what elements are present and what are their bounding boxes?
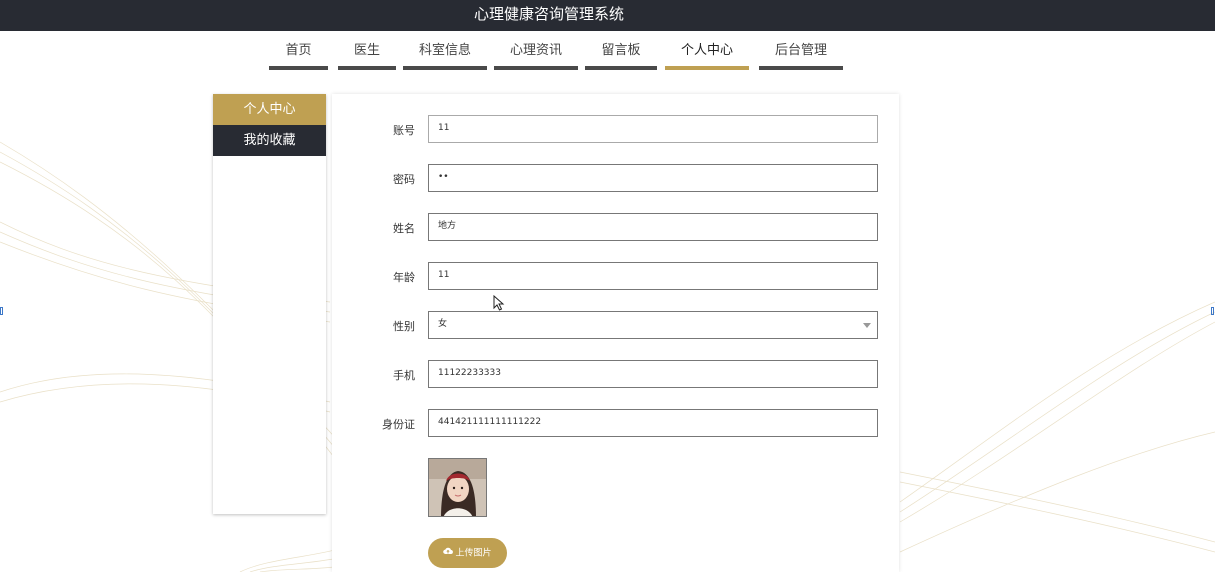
nav-item-doctors[interactable]: 医生	[338, 31, 396, 70]
nav-item-departments[interactable]: 科室信息	[403, 31, 487, 70]
password-field[interactable]: ••	[428, 164, 878, 192]
age-field[interactable]: 11	[428, 262, 878, 290]
sidebar-item-favorites[interactable]: 我的收藏	[213, 125, 326, 156]
name-field[interactable]: 地方	[428, 213, 878, 241]
mouse-cursor-icon	[493, 295, 505, 311]
upload-image-button[interactable]: 上传图片	[428, 538, 507, 568]
sidebar: 个人中心 我的收藏	[213, 94, 326, 514]
id-card-field[interactable]: 441421111111111222	[428, 409, 878, 437]
avatar	[428, 458, 487, 517]
left-edge-handle	[0, 307, 3, 315]
chevron-down-icon	[863, 323, 871, 328]
nav-item-message-board[interactable]: 留言板	[585, 31, 657, 70]
cloud-upload-icon	[443, 538, 454, 568]
phone-label: 手机	[393, 369, 415, 382]
right-edge-handle	[1211, 307, 1214, 315]
avatar-portrait	[429, 459, 486, 516]
age-label: 年龄	[393, 271, 415, 284]
nav-item-home[interactable]: 首页	[269, 31, 328, 70]
gender-select[interactable]: 女	[428, 311, 878, 339]
nav-item-admin[interactable]: 后台管理	[759, 31, 843, 70]
phone-field[interactable]: 11122233333	[428, 360, 878, 388]
upload-image-label: 上传图片	[455, 548, 492, 559]
account-label: 账号	[393, 124, 415, 137]
name-label: 姓名	[393, 222, 415, 235]
sidebar-item-personal-center[interactable]: 个人中心	[213, 94, 326, 125]
id-card-label: 身份证	[382, 418, 415, 431]
main-nav: 首页 医生 科室信息 心理资讯 留言板 个人中心 后台管理	[0, 31, 1215, 71]
top-header: 心理健康咨询管理系统	[0, 0, 1215, 31]
nav-item-psych-news[interactable]: 心理资讯	[494, 31, 578, 70]
nav-item-personal-center[interactable]: 个人中心	[665, 31, 749, 70]
gender-label: 性别	[393, 320, 415, 333]
password-label: 密码	[393, 173, 415, 186]
gender-selected-value: 女	[438, 319, 448, 329]
site-title: 心理健康咨询管理系统	[473, 5, 624, 23]
account-field[interactable]: 11	[428, 115, 878, 143]
